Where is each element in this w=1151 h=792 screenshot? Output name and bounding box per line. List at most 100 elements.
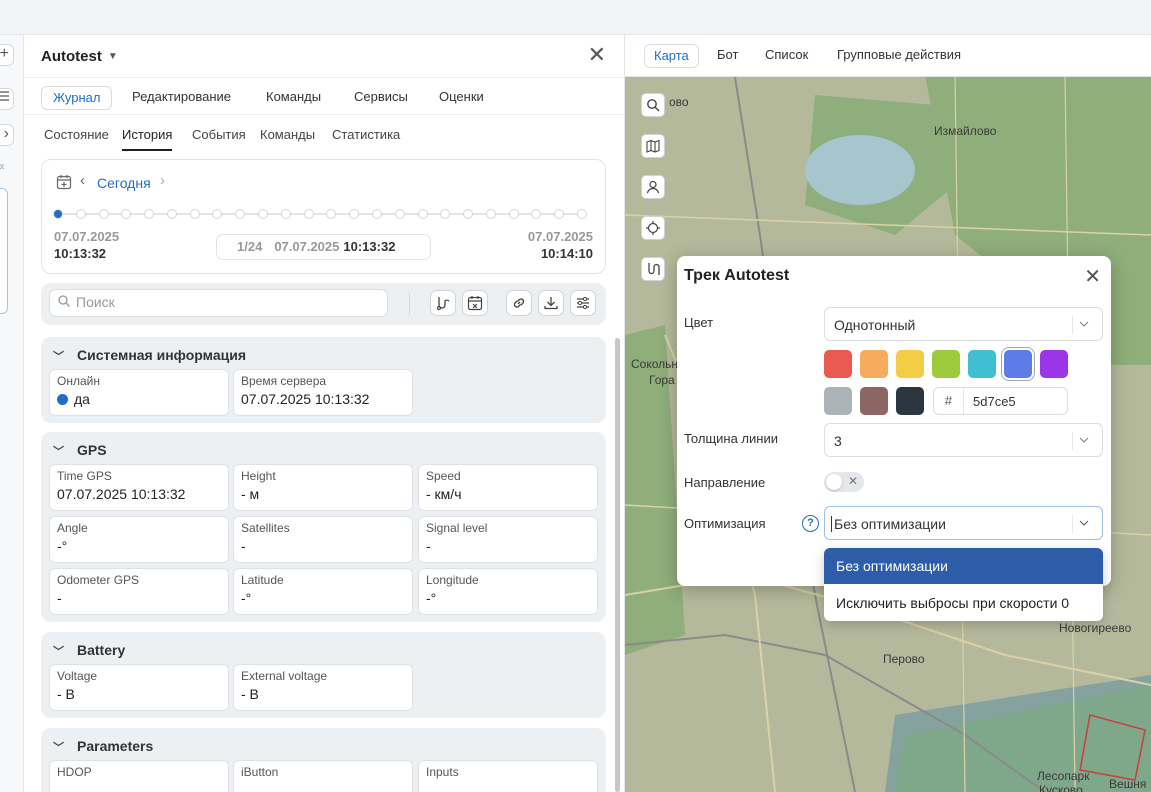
option-exclude-outliers[interactable]: Исключить выбросы при скорости 0 — [824, 585, 1103, 621]
tab-list[interactable]: Список — [756, 44, 817, 68]
color-swatch[interactable] — [860, 387, 888, 415]
timeline-point[interactable] — [144, 209, 155, 219]
map-locate-button[interactable] — [641, 216, 665, 240]
map-layers-button[interactable] — [641, 134, 665, 158]
link-button[interactable] — [506, 290, 532, 316]
timeline-point[interactable] — [349, 209, 360, 219]
color-mode-select[interactable]: Однотонный — [824, 307, 1103, 341]
map-search-button[interactable] — [641, 93, 665, 117]
subtab-statistics[interactable]: Статистика — [332, 127, 400, 149]
caret-down-icon[interactable]: ▼ — [108, 51, 118, 62]
timeline-point[interactable] — [440, 209, 451, 219]
end-time: 10:14:10 — [540, 246, 593, 261]
close-icon[interactable]: ✕ — [1084, 264, 1101, 289]
color-swatch[interactable] — [824, 350, 852, 378]
timeline-point[interactable] — [166, 209, 177, 219]
subtab-events[interactable]: События — [192, 127, 246, 149]
optimization-select[interactable]: Без оптимизации — [824, 506, 1103, 540]
timeline-point[interactable] — [280, 209, 291, 219]
clear-dates-button[interactable] — [462, 290, 488, 316]
chevrons-left-icon[interactable]: « — [0, 159, 5, 173]
tab-map[interactable]: Карта — [644, 44, 699, 68]
timeline-point[interactable] — [189, 209, 200, 219]
timeline-point[interactable] — [121, 209, 132, 219]
next-day-icon[interactable]: › — [160, 172, 165, 189]
field-value: - — [57, 590, 62, 606]
timeline-point[interactable] — [554, 209, 565, 219]
left-rail: + › « — [0, 35, 24, 792]
color-swatch[interactable] — [896, 350, 924, 378]
close-icon[interactable]: ✕ — [588, 44, 606, 66]
map-track-button[interactable] — [641, 257, 665, 281]
calendar-icon[interactable] — [56, 174, 72, 190]
map-user-button[interactable] — [641, 175, 665, 199]
timeline-point[interactable] — [98, 209, 109, 219]
option-no-optimization[interactable]: Без оптимизации — [824, 548, 1103, 584]
timeline-point[interactable] — [75, 209, 86, 219]
collapse-icon[interactable]: › — [0, 124, 14, 146]
timeline-point[interactable] — [212, 209, 223, 219]
subtab-state[interactable]: Состояние — [44, 127, 109, 149]
panel-title[interactable]: Autotest ▼ — [41, 48, 118, 65]
field-satellites: Satellites - — [233, 516, 413, 563]
timeline-point[interactable] — [577, 209, 587, 219]
tab-editing[interactable]: Редактирование — [121, 86, 242, 110]
track-button[interactable] — [430, 290, 456, 316]
tab-journal[interactable]: Журнал — [41, 86, 113, 110]
timeline-point[interactable] — [485, 209, 496, 219]
search-input[interactable] — [76, 294, 376, 310]
timeline-point[interactable] — [258, 209, 269, 219]
date-selector[interactable]: Сегодня — [97, 175, 151, 191]
field-external-voltage: External voltage - В — [233, 664, 413, 711]
optimization-dropdown: Без оптимизации Исключить выбросы при ск… — [824, 548, 1103, 621]
map-tabs: Карта Бот Список Групповые действия — [625, 35, 1151, 77]
timeline-point[interactable] — [53, 209, 63, 219]
section-battery: ﹀ Battery Voltage - В External voltage - … — [41, 632, 606, 718]
timeline-point[interactable] — [326, 209, 337, 219]
map-label: Лесопарк — [1037, 769, 1090, 783]
download-button[interactable] — [538, 290, 564, 316]
section-header[interactable]: ﹀ Системная информация — [53, 347, 246, 364]
timeline-point[interactable] — [508, 209, 519, 219]
timeline-point[interactable] — [303, 209, 314, 219]
section-header[interactable]: ﹀ Parameters — [53, 738, 153, 755]
hex-color-input[interactable]: # 5d7ce5 — [933, 387, 1068, 415]
section-header[interactable]: ﹀ GPS — [53, 442, 107, 459]
subtab-history[interactable]: История — [122, 127, 173, 151]
timeline-point[interactable] — [463, 209, 474, 219]
color-swatch[interactable] — [860, 350, 888, 378]
tab-services[interactable]: Сервисы — [343, 86, 419, 110]
field-label: External voltage — [241, 669, 328, 683]
color-swatch[interactable] — [824, 387, 852, 415]
field-odometer-gps: Odometer GPS - — [49, 568, 229, 615]
add-icon[interactable]: + — [0, 44, 14, 66]
filter-icon[interactable] — [0, 88, 14, 110]
line-width-select[interactable]: 3 — [824, 423, 1103, 457]
tab-bot[interactable]: Бот — [708, 44, 747, 68]
tab-ratings[interactable]: Оценки — [428, 86, 495, 110]
tab-commands[interactable]: Команды — [255, 86, 332, 110]
color-swatch[interactable] — [896, 387, 924, 415]
tab-group-actions[interactable]: Групповые действия — [828, 44, 970, 68]
timeline-point[interactable] — [417, 209, 428, 219]
section-header[interactable]: ﹀ Battery — [53, 642, 125, 659]
color-swatch[interactable] — [1004, 350, 1032, 378]
subtab-commands[interactable]: Команды — [260, 127, 315, 149]
map-label: Перово — [883, 652, 925, 666]
color-swatch[interactable] — [1040, 350, 1068, 378]
timeline-point[interactable] — [371, 209, 382, 219]
help-icon[interactable]: ? — [802, 515, 819, 532]
timeline-point[interactable] — [394, 209, 405, 219]
color-swatch[interactable] — [968, 350, 996, 378]
direction-toggle[interactable]: ✕ — [824, 472, 864, 492]
color-swatch[interactable] — [932, 350, 960, 378]
panel-title-text: Autotest — [41, 48, 102, 65]
timeline-position[interactable]: 1/24 07.07.2025 10:13:32 — [216, 234, 431, 260]
settings-button[interactable] — [570, 290, 596, 316]
map-label: Новогиреево — [1059, 621, 1132, 635]
timeline-point[interactable] — [235, 209, 246, 219]
panel-scrollbar[interactable] — [615, 338, 620, 792]
unit-card[interactable] — [0, 188, 8, 314]
timeline-point[interactable] — [531, 209, 542, 219]
prev-day-icon[interactable]: ‹ — [80, 172, 85, 189]
